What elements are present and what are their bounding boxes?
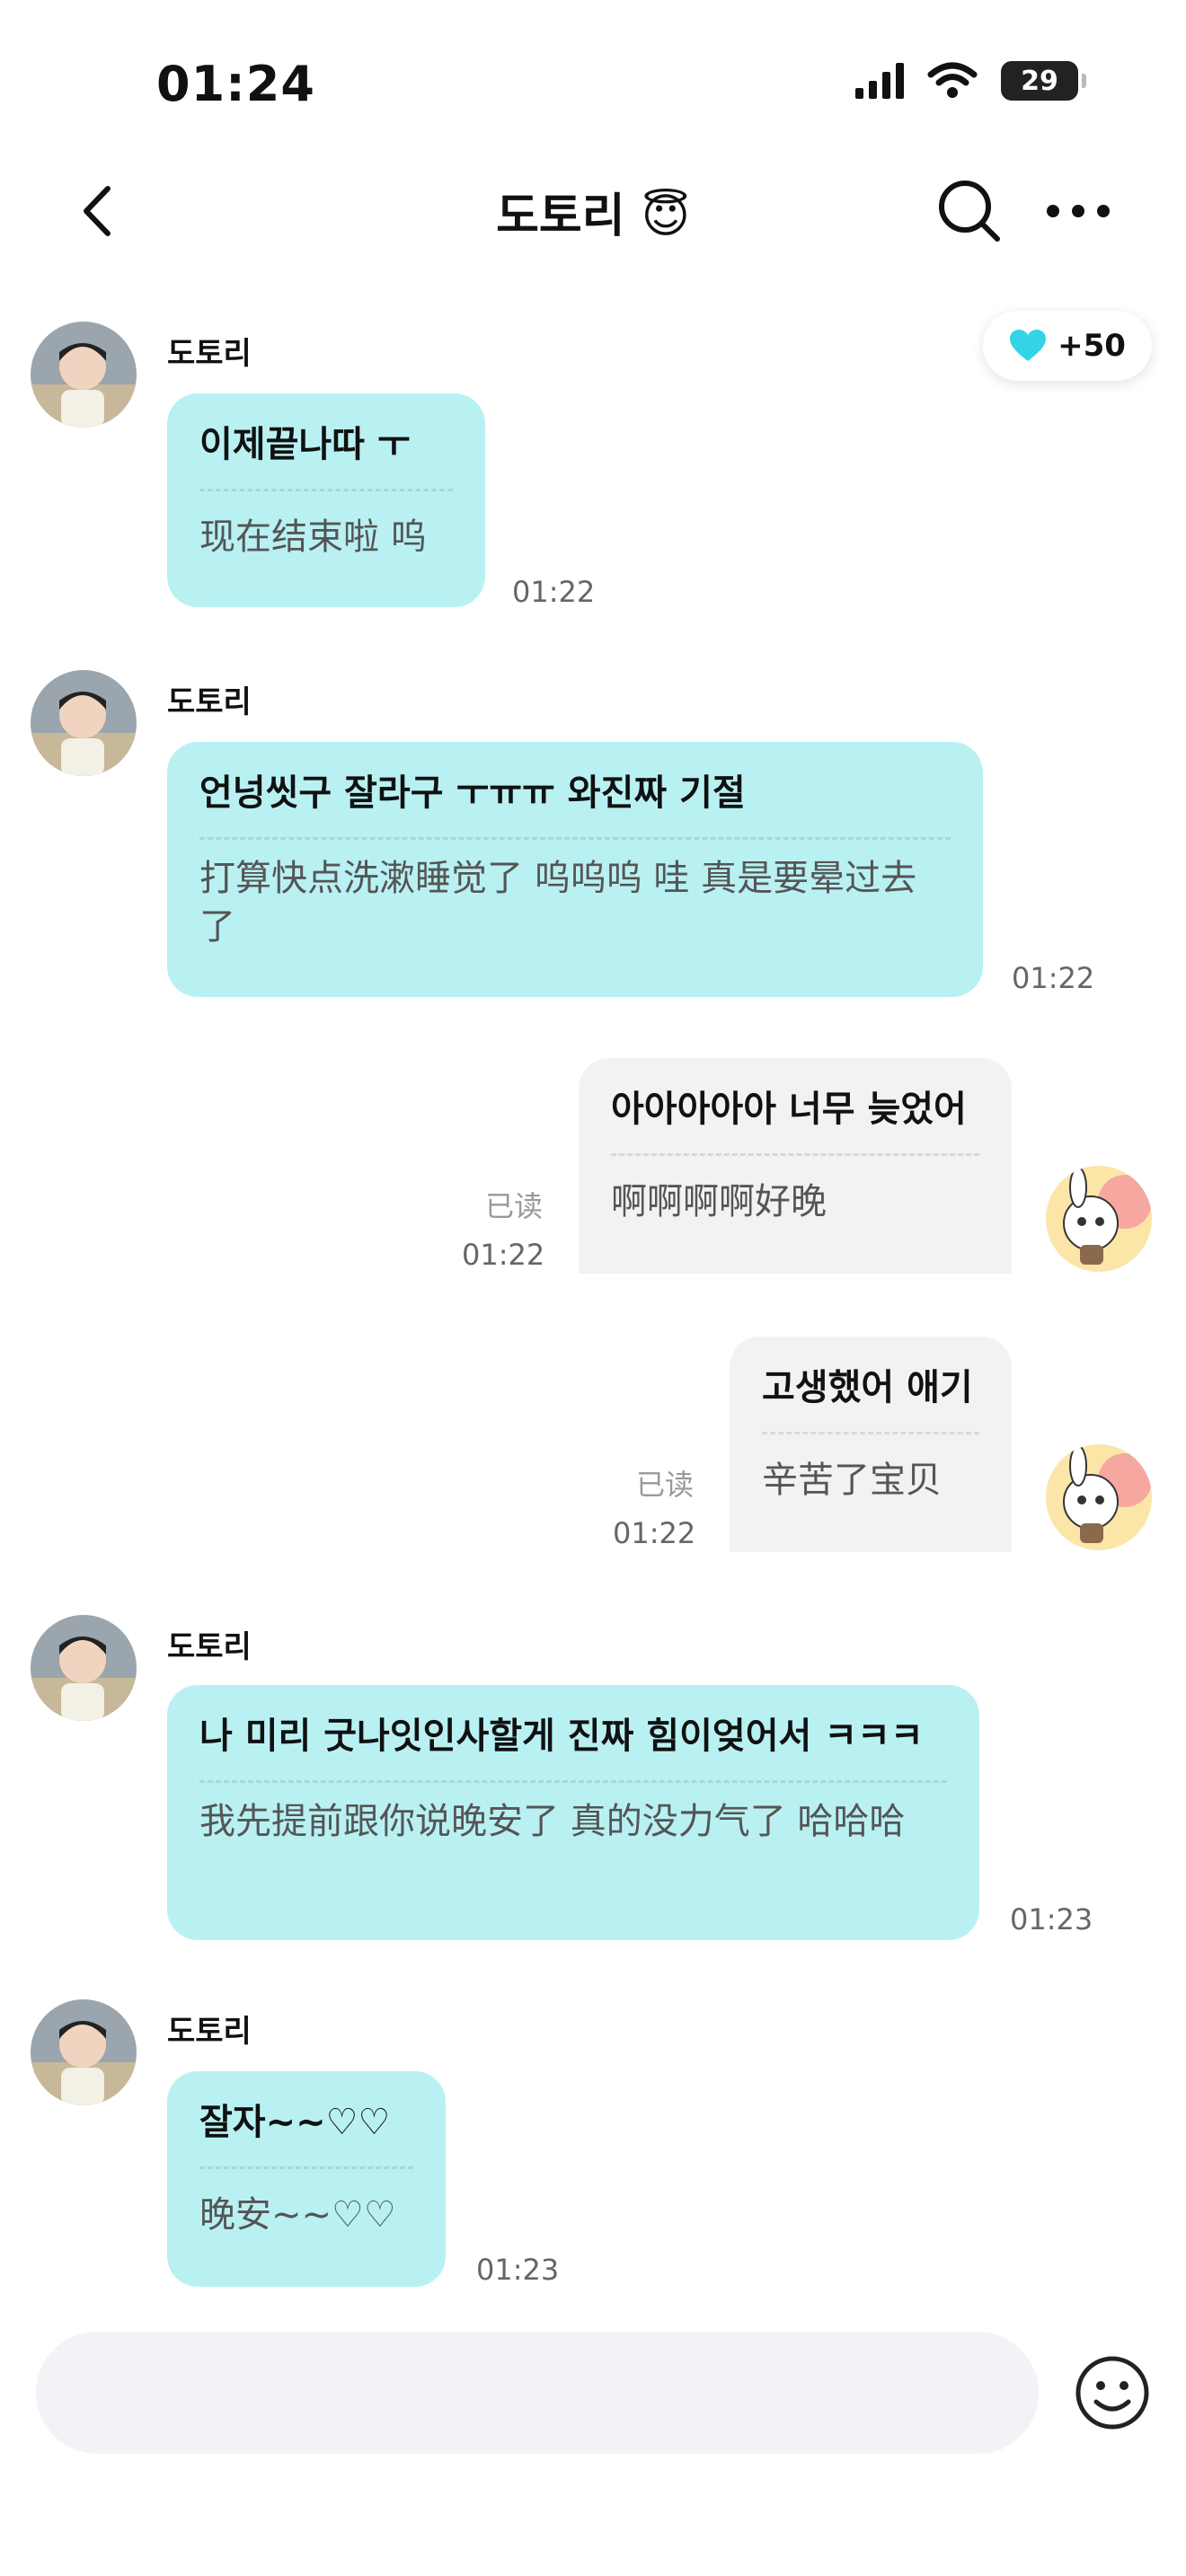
child-photo-icon [31, 1615, 137, 1721]
message-time: 01:22 [613, 1516, 696, 1550]
message-bubble[interactable]: 고생했어 애기 辛苦了宝贝 [730, 1337, 1012, 1552]
battery-icon: 29 [1001, 61, 1086, 101]
child-photo-icon [31, 670, 137, 776]
my-avatar[interactable] [1046, 1444, 1152, 1550]
contact-avatar[interactable] [31, 670, 137, 776]
contact-avatar[interactable] [31, 1615, 137, 1721]
message-korean-text: 고생했어 애기 [762, 1367, 973, 1408]
badge-label: +50 [1058, 328, 1126, 364]
message-translation-text: 晚安~~♡♡ [199, 2194, 396, 2236]
heart-points-badge[interactable]: +50 [983, 311, 1152, 381]
message-translation-text: 打算快点洗漱睡觉了 呜呜呜 哇 真是要晕过去了 [199, 858, 917, 948]
chat-title: 도토리 😇 [496, 190, 690, 243]
child-photo-icon [31, 322, 137, 428]
contact-avatar[interactable] [31, 1999, 137, 2105]
search-button[interactable] [934, 176, 1006, 248]
battery-level: 29 [1021, 65, 1058, 97]
contact-avatar[interactable] [31, 322, 137, 428]
message-korean-text: 잘자~~♡♡ [199, 2102, 391, 2143]
smiley-icon [1075, 2356, 1149, 2430]
cellular-signal-icon [855, 63, 904, 99]
bunny-sticker-icon [1046, 1444, 1152, 1550]
more-options-button[interactable] [1042, 181, 1114, 241]
emoji-button[interactable] [1073, 2353, 1152, 2432]
message-time: 01:22 [1012, 961, 1095, 995]
child-photo-icon [31, 1999, 137, 2105]
wifi-icon [927, 62, 978, 98]
sender-name: 도토리 [167, 2014, 252, 2050]
message-bubble[interactable]: 언넝씻구 잘라구 ㅜㅠㅠ 와진짜 기절 打算快点洗漱睡觉了 呜呜呜 哇 真是要晕… [167, 742, 983, 997]
message-bubble[interactable]: 잘자~~♡♡ 晚安~~♡♡ [167, 2071, 446, 2287]
sender-name: 도토리 [167, 336, 252, 372]
message-korean-text: 이제끝나따 ㅜ [199, 424, 411, 465]
more-dots-icon [1047, 205, 1110, 217]
message-bubble[interactable]: 나 미리 굿나잇인사할게 진짜 힘이엊어서 ㅋㅋㅋ 我先提前跟你说晚安了 真的没… [167, 1685, 979, 1940]
message-korean-text: 아아아아아 너무 늦었어 [611, 1089, 967, 1130]
message-korean-text: 언넝씻구 잘라구 ㅜㅠㅠ 와진짜 기절 [199, 772, 746, 814]
read-receipt: 已读 [636, 1468, 695, 1502]
status-time: 01:24 [156, 56, 315, 112]
message-time: 01:23 [476, 2253, 560, 2287]
message-korean-text: 나 미리 굿나잇인사할게 진짜 힘이엊어서 ㅋㅋㅋ [199, 1716, 924, 1757]
search-icon [939, 181, 1000, 242]
message-time: 01:23 [1010, 1902, 1093, 1936]
message-translation-text: 现在结束啦 呜 [199, 516, 427, 558]
message-bubble[interactable]: 아아아아아 너무 늦었어 啊啊啊啊好晚 [579, 1058, 1012, 1274]
message-input[interactable] [36, 2332, 1039, 2454]
message-time: 01:22 [512, 575, 596, 609]
read-receipt: 已读 [485, 1189, 544, 1223]
message-translation-text: 啊啊啊啊好晚 [611, 1181, 827, 1222]
sender-name: 도토리 [167, 1629, 252, 1665]
message-translation-text: 辛苦了宝贝 [762, 1460, 942, 1501]
chat-header: 도토리 😇 [0, 162, 1186, 260]
message-time: 01:22 [462, 1238, 545, 1272]
message-translation-text: 我先提前跟你说晚安了 真的没力气了 哈哈哈 [199, 1801, 906, 1842]
my-avatar[interactable] [1046, 1166, 1152, 1272]
heart-icon [1010, 330, 1047, 361]
message-bubble[interactable]: 이제끝나따 ㅜ 现在结束啦 呜 [167, 393, 485, 607]
sender-name: 도토리 [167, 684, 252, 720]
bunny-sticker-icon [1046, 1166, 1152, 1272]
